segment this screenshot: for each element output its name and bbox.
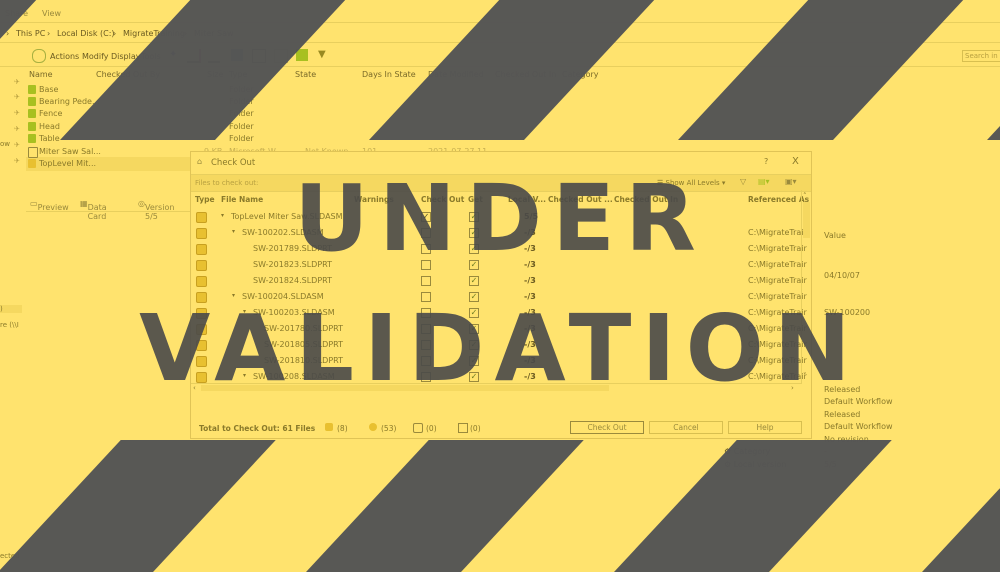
breadcrumb-sep: › bbox=[6, 29, 10, 38]
item-type: Folder bbox=[229, 97, 254, 106]
col-days-in-state[interactable]: Days In State bbox=[362, 70, 416, 79]
vault-icon[interactable] bbox=[32, 49, 46, 63]
breadcrumb-miter-saw[interactable]: Miter Saw bbox=[194, 29, 234, 38]
drawing-count-icon bbox=[413, 423, 423, 433]
copy-tree-icon[interactable] bbox=[231, 49, 243, 61]
overlay-text-validation: VALIDATION bbox=[139, 295, 861, 402]
menu-actions[interactable]: Actions bbox=[50, 52, 79, 61]
total-label-text: Total to Check Out: bbox=[199, 424, 280, 433]
pdm-explorer-window: Share View › This PC › Local Disk (C:) ›… bbox=[0, 0, 1000, 572]
pin-icon[interactable]: ✦ bbox=[169, 49, 181, 61]
folder-icon bbox=[28, 134, 36, 143]
referenced-as: C:\MigrateTrair bbox=[748, 276, 807, 285]
pin-icon[interactable]: ✈ bbox=[14, 78, 20, 86]
col-category[interactable]: Category bbox=[562, 70, 599, 79]
part-count-icon bbox=[369, 423, 377, 431]
total-value: 61 Files bbox=[282, 424, 316, 433]
check-out-button[interactable]: Check Out bbox=[570, 421, 644, 434]
breadcrumb-sep: › bbox=[113, 29, 117, 38]
assembly-count: (8) bbox=[337, 424, 348, 433]
breadcrumb-sep: › bbox=[184, 29, 188, 38]
datacard-value: Released bbox=[824, 410, 861, 419]
drawing-count: (0) bbox=[426, 424, 437, 433]
ribbon: Share View bbox=[0, 0, 1000, 23]
overlay-text-under: UNDER bbox=[294, 165, 706, 272]
item-type: Folder bbox=[229, 122, 254, 131]
folder-icon bbox=[28, 109, 36, 118]
col-state[interactable]: State bbox=[295, 70, 316, 79]
folder-icon[interactable] bbox=[296, 49, 308, 61]
breadcrumb-this-pc[interactable]: This PC bbox=[16, 29, 45, 38]
pin-icon[interactable]: ✈ bbox=[14, 157, 20, 165]
datacard-label-local-version: ⚙ Local version bbox=[724, 460, 787, 469]
breadcrumb-migratetraining[interactable]: MigrateTraining bbox=[123, 29, 185, 38]
dialog-footer: Total to Check Out: 61 Files (8) (53) (0… bbox=[191, 412, 811, 438]
document-count: (0) bbox=[470, 424, 481, 433]
folder-icon bbox=[28, 122, 36, 131]
document-icon bbox=[28, 147, 38, 158]
datacard-value: No revision bbox=[824, 435, 869, 444]
ribbon-tab-share[interactable]: Share bbox=[5, 9, 28, 18]
col-type[interactable]: Type bbox=[229, 70, 247, 79]
check-out-checkbox[interactable] bbox=[421, 276, 431, 286]
menu-modify[interactable]: Modify bbox=[82, 52, 109, 61]
item-name: Miter Saw Sal... bbox=[39, 147, 101, 156]
col-checked-out-by[interactable]: Checked Out By bbox=[96, 70, 160, 79]
datacard-label-category: ⚙ Category bbox=[724, 447, 771, 456]
pin-icon[interactable]: ✈ bbox=[14, 125, 20, 133]
dropdown-icon[interactable]: ▼ bbox=[318, 49, 330, 61]
checkin-icon[interactable] bbox=[208, 49, 220, 63]
pin-icon[interactable]: ✈ bbox=[14, 141, 20, 149]
item-name: Bearing Pede... bbox=[39, 97, 100, 106]
menu-display[interactable]: Display bbox=[111, 52, 141, 61]
status-bar-text: ected bbox=[0, 552, 20, 560]
item-type: Folder bbox=[229, 134, 254, 143]
help-button[interactable]: Help bbox=[728, 421, 802, 434]
item-name: Fence bbox=[39, 109, 63, 118]
get-version-icon[interactable] bbox=[252, 49, 266, 63]
preview-icon[interactable] bbox=[274, 49, 288, 63]
datacard-value: Default Workflow bbox=[824, 422, 893, 431]
file-name: SW-201824.SLDPRT bbox=[253, 276, 333, 285]
item-type: Folder bbox=[229, 109, 254, 118]
folder-icon bbox=[28, 97, 36, 106]
document-count-icon bbox=[458, 423, 468, 433]
local-version: -/3 bbox=[524, 276, 536, 285]
cancel-button[interactable]: Cancel bbox=[649, 421, 723, 434]
col-date-modified[interactable]: Date Modified bbox=[428, 70, 484, 79]
breadcrumb-sep: › bbox=[47, 29, 51, 38]
folder-icon bbox=[28, 85, 36, 94]
ribbon-tab-view[interactable]: View bbox=[42, 9, 61, 18]
search-input[interactable]: Search in bbox=[962, 50, 1000, 62]
toolbar: Actions Modify Display Tools ✦ ▼ bbox=[0, 44, 1000, 67]
item-name: Base bbox=[39, 85, 59, 94]
breadcrumb: › This PC › Local Disk (C:) › MigrateTra… bbox=[0, 24, 1000, 43]
label-text: Local version bbox=[733, 460, 787, 469]
pin-icon[interactable]: ✈ bbox=[14, 93, 20, 101]
total-label: Total to Check Out: 61 Files bbox=[199, 424, 315, 433]
item-name: Table bbox=[39, 134, 60, 143]
table-row[interactable]: SW-201824.SLDPRT ✓ -/3 C:\MigrateTrair bbox=[191, 273, 807, 289]
item-type: Folder bbox=[229, 85, 254, 94]
item-name: Head bbox=[39, 122, 60, 131]
checkout-icon[interactable] bbox=[187, 49, 201, 63]
pin-icon[interactable]: ✈ bbox=[14, 109, 20, 117]
label-text: Category bbox=[733, 447, 771, 456]
assembly-count-icon bbox=[325, 423, 333, 431]
datacard-value: - bbox=[824, 447, 827, 456]
datacard-value: 5/5 bbox=[824, 460, 837, 469]
datacard-value: 04/10/07 bbox=[824, 271, 860, 280]
col-name[interactable]: Name bbox=[29, 70, 53, 79]
part-count: (53) bbox=[381, 424, 397, 433]
col-checked-out-in[interactable]: Checked Out In bbox=[495, 70, 556, 79]
assembly-icon bbox=[196, 276, 207, 287]
get-checkbox[interactable]: ✓ bbox=[469, 276, 479, 286]
breadcrumb-local-disk[interactable]: Local Disk (C:) bbox=[57, 29, 115, 38]
col-size[interactable]: Size bbox=[207, 70, 223, 79]
menu-tools[interactable]: Tools bbox=[141, 52, 161, 61]
nav-pane-text: ow bbox=[0, 140, 11, 148]
